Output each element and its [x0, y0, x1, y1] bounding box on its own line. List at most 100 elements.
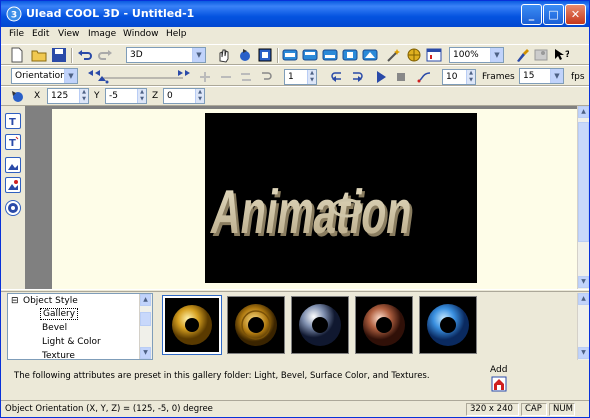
- prev-frame-icon[interactable]: [329, 69, 345, 85]
- spinner-arrows[interactable]: ▲ ▼: [195, 89, 204, 103]
- edit-text-icon[interactable]: T: [5, 134, 21, 150]
- magic-wand-icon[interactable]: [386, 47, 402, 63]
- gallery-scrollbar[interactable]: ▲ ▼: [577, 293, 589, 360]
- gallery-thumb-gold-ring[interactable]: [227, 296, 285, 354]
- minimize-button[interactable]: _: [521, 4, 542, 25]
- open-folder-icon[interactable]: [31, 47, 47, 63]
- save-icon[interactable]: [51, 47, 67, 63]
- torus-icon: [172, 305, 212, 345]
- new-file-icon[interactable]: [9, 47, 25, 63]
- maximize-button[interactable]: □: [543, 4, 564, 25]
- scroll-down-icon[interactable]: ▼: [578, 276, 589, 288]
- gallery-thumb-blue-torus[interactable]: [419, 296, 477, 354]
- tree-item-gallery[interactable]: Gallery: [40, 308, 79, 320]
- gallery-thumb-gold-torus[interactable]: [162, 295, 222, 355]
- workspace-scrollbar[interactable]: ▲ ▼: [577, 106, 589, 289]
- hand-tool-icon[interactable]: [216, 47, 232, 63]
- scroll-thumb[interactable]: [578, 122, 589, 242]
- zoom-select[interactable]: 100% ▼: [449, 47, 504, 63]
- torus-icon: [299, 304, 341, 346]
- status-message: Object Orientation (X, Y, Z) = (125, -5,…: [5, 404, 213, 414]
- window-title: Ulead COOL 3D - Untitled-1: [26, 7, 195, 20]
- gallery-thumb-copper-torus[interactable]: [355, 296, 413, 354]
- z-input[interactable]: 0 ▲ ▼: [163, 88, 205, 104]
- insert-geometric-icon[interactable]: [5, 200, 21, 216]
- tree-item-light-color[interactable]: Light & Color: [42, 337, 101, 347]
- scroll-up-icon[interactable]: ▲: [578, 106, 589, 118]
- gallery-thumb-silver-torus[interactable]: [291, 296, 349, 354]
- camera-side-icon[interactable]: [322, 47, 338, 63]
- rotate-tool-icon[interactable]: [237, 47, 253, 63]
- torus-icon: [235, 304, 277, 346]
- camera-front-icon[interactable]: [282, 47, 298, 63]
- chart-window-icon[interactable]: [426, 47, 442, 63]
- camera-perspective-icon[interactable]: [362, 47, 378, 63]
- attribute-select[interactable]: Orientation ▼: [11, 68, 78, 84]
- spinner-arrows[interactable]: ▲ ▼: [137, 89, 146, 103]
- undo-icon[interactable]: [77, 47, 93, 63]
- z-value: 0: [167, 91, 173, 101]
- gallery-panel: [157, 293, 577, 360]
- status-image-size: 320 x 240: [466, 403, 519, 416]
- app-window: 3 Ulead COOL 3D - Untitled-1 _ □ ✕ File …: [0, 0, 590, 418]
- 3d-text-render: Animation Animation: [207, 178, 419, 250]
- menu-window[interactable]: Window: [123, 29, 159, 39]
- tree-item-bevel[interactable]: Bevel: [42, 323, 67, 333]
- menu-image[interactable]: Image: [88, 29, 116, 39]
- globe-icon[interactable]: [406, 47, 422, 63]
- torus-icon: [363, 304, 405, 346]
- spinner-arrows[interactable]: ▲ ▼: [307, 70, 316, 84]
- scroll-thumb[interactable]: [140, 312, 151, 326]
- insert-graphics-icon[interactable]: [5, 157, 21, 173]
- tree-item-texture[interactable]: Texture: [42, 351, 75, 359]
- fps-label: fps: [571, 72, 585, 82]
- y-label: Y: [94, 91, 100, 101]
- svg-text:?: ?: [565, 50, 569, 60]
- status-caps: CAP: [521, 403, 547, 416]
- remove-keyframe-icon: [221, 76, 231, 78]
- frame-input[interactable]: 1 ▲ ▼: [284, 69, 317, 85]
- redo-icon[interactable]: [97, 47, 113, 63]
- tree-collapse-icon[interactable]: ⊟: [11, 296, 19, 306]
- pane-splitter[interactable]: [1, 289, 589, 292]
- context-help-icon[interactable]: ?: [553, 47, 569, 63]
- spinner-arrows[interactable]: ▲ ▼: [79, 89, 88, 103]
- fps-value: 15: [523, 71, 535, 81]
- tree-root-label[interactable]: Object Style: [23, 296, 78, 306]
- menu-file[interactable]: File: [9, 29, 24, 39]
- edit-graphics-icon[interactable]: [5, 177, 21, 193]
- title-bar[interactable]: 3 Ulead COOL 3D - Untitled-1 _ □ ✕: [1, 1, 589, 27]
- spinner-arrows[interactable]: ▲ ▼: [466, 70, 475, 84]
- x-input[interactable]: 125 ▲ ▼: [47, 88, 89, 104]
- preview-canvas[interactable]: Animation Animation: [205, 113, 477, 283]
- stop-icon[interactable]: [393, 69, 409, 85]
- size-tool-icon[interactable]: [257, 47, 273, 63]
- camera-top-icon[interactable]: [302, 47, 318, 63]
- total-frames-input[interactable]: 10 ▲ ▼: [442, 69, 476, 85]
- y-input[interactable]: -5 ▲ ▼: [105, 88, 147, 104]
- fps-select[interactable]: 15 ▼: [519, 68, 564, 84]
- close-button[interactable]: ✕: [565, 4, 586, 25]
- timeline-slider[interactable]: [87, 68, 191, 85]
- easy-palette-tree: ⊟ Object Style Gallery Bevel Light & Col…: [7, 293, 153, 360]
- paint-brush-icon[interactable]: [514, 47, 530, 63]
- torus-icon: [427, 304, 469, 346]
- next-frame-icon[interactable]: [349, 69, 365, 85]
- scroll-down-icon[interactable]: ▼: [578, 347, 589, 359]
- tree-scrollbar[interactable]: ▲ ▼: [139, 294, 152, 359]
- x-label: X: [34, 91, 41, 101]
- camera-back-icon[interactable]: [342, 47, 358, 63]
- scroll-up-icon[interactable]: ▲: [578, 293, 589, 305]
- scroll-down-icon[interactable]: ▼: [140, 347, 151, 359]
- menu-help[interactable]: Help: [166, 29, 187, 39]
- object-select[interactable]: 3D ▼: [126, 47, 206, 63]
- rotate-axis-icon[interactable]: [10, 89, 26, 105]
- menu-edit[interactable]: Edit: [32, 29, 49, 39]
- tween-icon[interactable]: [416, 69, 432, 85]
- play-icon[interactable]: [373, 69, 389, 85]
- scroll-up-icon[interactable]: ▲: [140, 294, 151, 306]
- add-label: Add: [490, 365, 508, 375]
- menu-view[interactable]: View: [58, 29, 79, 39]
- insert-text-icon[interactable]: T: [5, 113, 21, 129]
- add-to-gallery-icon[interactable]: [491, 376, 507, 392]
